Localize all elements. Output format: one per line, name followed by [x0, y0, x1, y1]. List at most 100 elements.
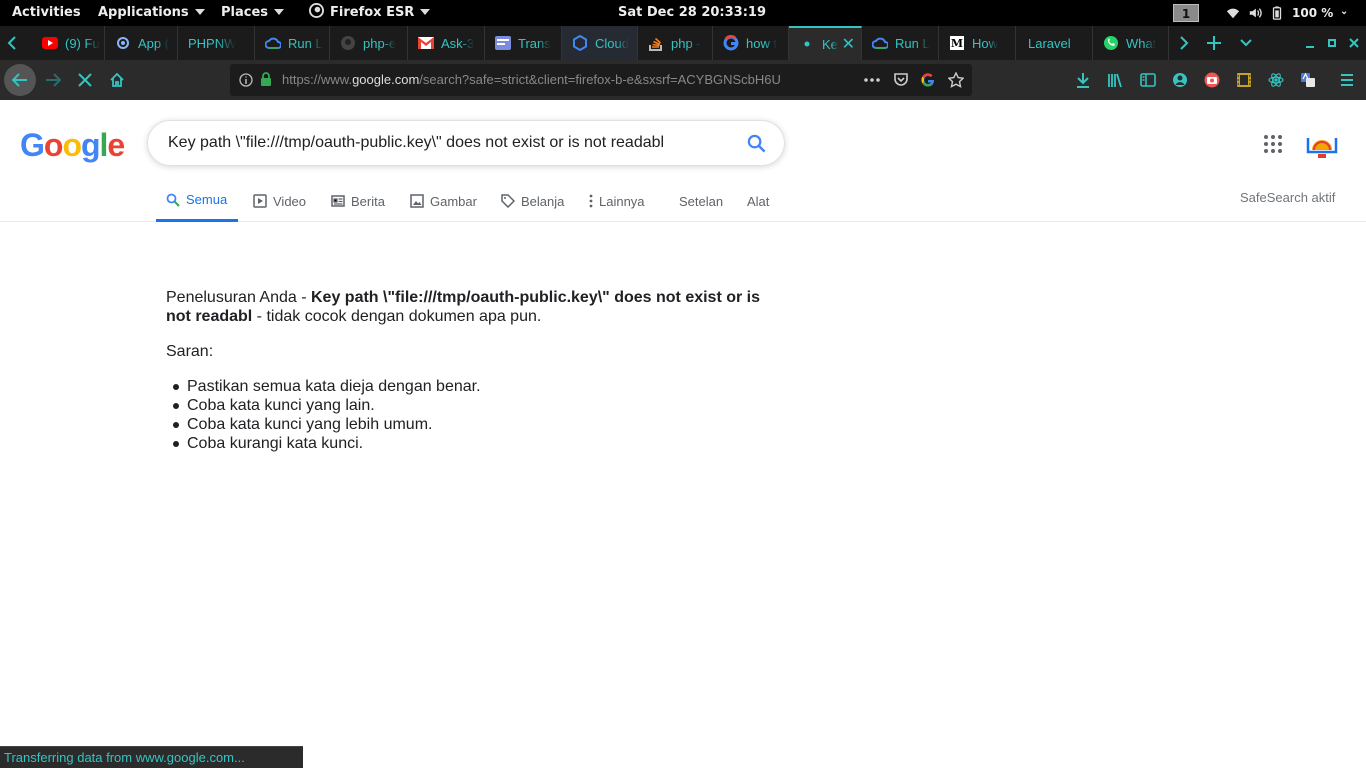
list-all-tabs-button[interactable] — [1234, 26, 1258, 60]
gcloud-icon — [265, 35, 281, 51]
safesearch-status[interactable]: SafeSearch aktif — [1240, 190, 1335, 205]
svg-text:M: M — [951, 37, 963, 50]
sidebar-icon[interactable] — [1140, 72, 1156, 88]
tab-medium[interactable]: M How — [939, 26, 1016, 60]
tab-google-how[interactable]: how t — [713, 26, 789, 60]
logo-letter: G — [20, 127, 45, 163]
image-icon — [410, 194, 424, 208]
tab-current[interactable]: Ke ✕ — [789, 26, 862, 60]
battery-icon — [1272, 6, 1282, 20]
tab-label: Trans — [518, 35, 551, 51]
tab-gmail[interactable]: Ask-3 — [408, 26, 485, 60]
pocket-icon[interactable] — [893, 72, 909, 88]
search-box[interactable]: Key path \"file:///tmp/oauth-public.key\… — [147, 120, 785, 166]
no-results-prefix: Penelusuran Anda - — [166, 289, 311, 306]
tab-github[interactable]: php-e — [330, 26, 408, 60]
bookmark-star-icon[interactable] — [948, 72, 964, 88]
library-icon[interactable] — [1107, 72, 1123, 88]
tab-label: Video — [273, 193, 307, 209]
google-icon — [723, 35, 739, 51]
scroll-tabs-left-button[interactable] — [0, 26, 24, 60]
new-tab-button[interactable] — [1202, 26, 1226, 60]
no-results-message: Penelusuran Anda - Key path \"file:///tm… — [166, 288, 766, 453]
tab-run-l-2[interactable]: Run L — [862, 26, 939, 60]
stop-loading-button[interactable] — [69, 64, 101, 96]
tab-berita[interactable]: Berita — [331, 180, 385, 222]
firefox-app-menu[interactable]: Firefox ESR — [309, 0, 431, 26]
avatar[interactable] — [1306, 128, 1338, 160]
chevron-left-icon — [7, 36, 16, 50]
tab-run-l[interactable]: Run L — [255, 26, 330, 60]
tab-video[interactable]: Video — [253, 180, 306, 222]
hamburger-menu-icon[interactable] — [1339, 72, 1355, 88]
maximize-window-button[interactable] — [1320, 26, 1344, 60]
tab-app[interactable]: App ( — [105, 26, 178, 60]
applications-menu[interactable]: Applications — [98, 0, 205, 26]
tab-label: PHPNW — [188, 35, 237, 51]
minimize-window-button[interactable] — [1298, 26, 1322, 60]
screenshot-extension-icon[interactable] — [1204, 72, 1220, 88]
film-extension-icon[interactable] — [1236, 72, 1252, 88]
info-icon[interactable] — [239, 73, 253, 87]
search-icon[interactable] — [747, 134, 766, 153]
close-window-button[interactable] — [1342, 26, 1366, 60]
back-button[interactable] — [4, 64, 36, 96]
tab-label: how t — [746, 35, 778, 51]
scroll-tabs-right-button[interactable] — [1172, 26, 1196, 60]
react-devtools-icon[interactable] — [1268, 72, 1284, 88]
tab-semua[interactable]: Semua — [156, 180, 239, 222]
close-icon — [1349, 38, 1359, 48]
google-logo[interactable]: Google — [20, 127, 125, 164]
tab-label: What — [1126, 35, 1157, 51]
chevron-down-icon — [1240, 39, 1252, 47]
system-status-area[interactable]: 100 % — [1226, 0, 1351, 26]
url-domain: google.com — [352, 72, 420, 87]
tab-youtube[interactable]: (9) Fu — [32, 26, 105, 60]
downloads-icon[interactable] — [1075, 72, 1091, 88]
trans-icon — [495, 35, 511, 51]
status-bar: Transferring data from www.google.com... — [0, 746, 303, 768]
tab-alat[interactable]: Alat — [747, 180, 769, 222]
tab-label: Ask-3 — [441, 35, 475, 51]
tab-belanja[interactable]: Belanja — [501, 180, 564, 222]
no-results-suffix: - tidak cocok dengan dokumen apa pun. — [252, 308, 542, 325]
account-icon[interactable] — [1172, 72, 1188, 88]
places-menu[interactable]: Places — [221, 0, 285, 26]
tab-trans[interactable]: Trans — [485, 26, 562, 60]
url-text[interactable]: https://www.google.com/search?safe=stric… — [282, 64, 834, 96]
arrow-right-icon — [46, 73, 61, 87]
tab-label: (9) Fu — [65, 35, 100, 51]
tab-stackoverflow[interactable]: php - — [638, 26, 713, 60]
list-item: Pastikan semua kata dieja dengan benar. — [166, 377, 766, 396]
tab-setelan[interactable]: Setelan — [679, 180, 723, 222]
tab-phpnw[interactable]: PHPNW — [178, 26, 255, 60]
translate-extension-icon[interactable] — [1300, 72, 1316, 88]
tab-whatsapp[interactable]: What — [1093, 26, 1169, 60]
tab-cloud[interactable]: Cloud — [562, 26, 638, 60]
tab-lainnya[interactable]: Lainnya — [589, 180, 645, 222]
clock[interactable]: Sat Dec 28 20:33:19 — [618, 0, 766, 26]
search-tabs: Semua Video Berita Gambar Belanja Lainny… — [0, 180, 1366, 222]
tab-laravel[interactable]: Laravel — [1016, 26, 1093, 60]
address-bar[interactable]: https://www.google.com/search?safe=stric… — [230, 64, 972, 96]
activities-button[interactable]: Activities — [12, 0, 81, 26]
workspace-indicator[interactable]: 1 — [1173, 4, 1199, 22]
search-input[interactable]: Key path \"file:///tmp/oauth-public.key\… — [168, 121, 664, 165]
lock-icon[interactable] — [260, 72, 272, 87]
minimize-icon — [1306, 46, 1314, 48]
tab-gambar[interactable]: Gambar — [410, 180, 477, 222]
google-icon[interactable] — [920, 72, 936, 88]
home-button[interactable] — [101, 64, 133, 96]
forward-button[interactable] — [37, 64, 69, 96]
google-apps-icon[interactable] — [1264, 135, 1282, 153]
page-actions-icon[interactable] — [864, 78, 880, 82]
url-path: /search?safe=strict&client=firefox-b-e&s… — [419, 72, 781, 87]
chevron-down-icon — [274, 8, 285, 15]
logo-letter: o — [43, 127, 64, 163]
close-tab-icon[interactable]: ✕ — [842, 34, 855, 54]
home-icon — [110, 72, 124, 87]
url-prefix: https://www. — [282, 72, 353, 87]
video-icon — [253, 194, 267, 208]
gcloud-icon — [872, 35, 888, 51]
battery-percent: 100 % — [1292, 6, 1334, 20]
